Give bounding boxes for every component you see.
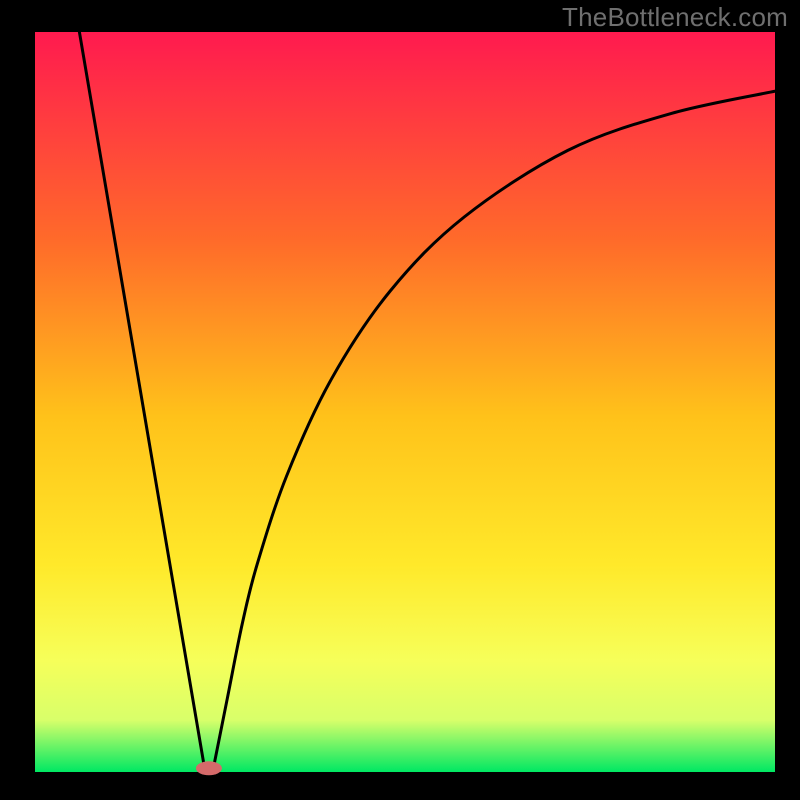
chart-svg	[0, 0, 800, 800]
plot-area	[35, 32, 775, 772]
minimum-marker	[196, 761, 222, 775]
chart-frame: TheBottleneck.com	[0, 0, 800, 800]
watermark-text: TheBottleneck.com	[562, 2, 788, 33]
